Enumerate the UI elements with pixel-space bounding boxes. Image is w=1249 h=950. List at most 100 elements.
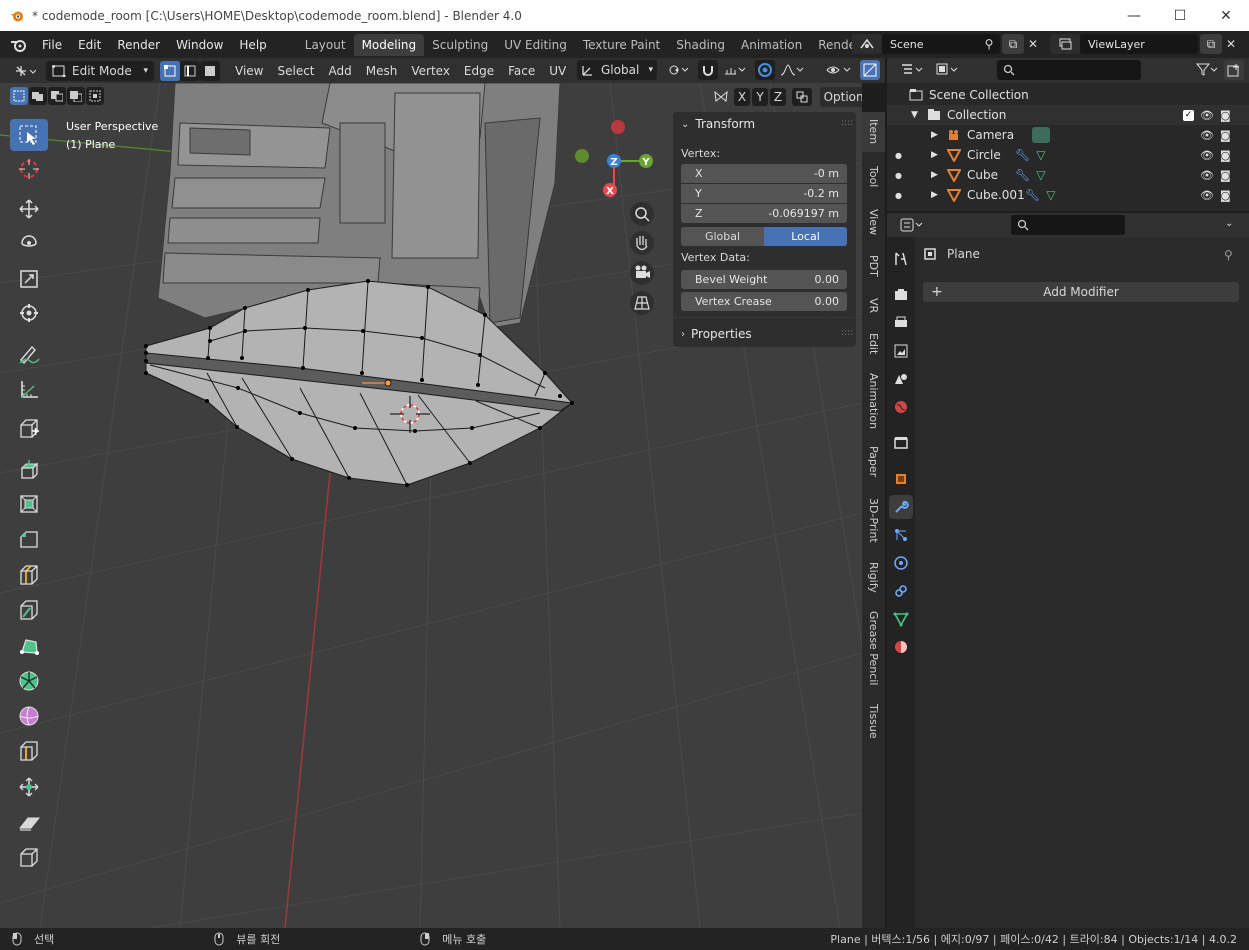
mesh-data-icon[interactable]: ▽	[1036, 148, 1045, 162]
tab-modeling[interactable]: Modeling	[353, 33, 425, 56]
properties-search-input[interactable]	[1011, 215, 1125, 235]
cursor-tool[interactable]	[10, 153, 48, 185]
menu-add[interactable]: Add	[322, 64, 359, 78]
menu-select[interactable]: Select	[270, 64, 321, 78]
extrude-region-tool[interactable]	[10, 453, 48, 485]
tab-layout[interactable]: Layout	[297, 34, 354, 56]
close-button[interactable]: ✕	[1203, 0, 1249, 31]
shear-tool[interactable]	[10, 807, 48, 839]
eye-icon[interactable]: 👁	[1200, 109, 1214, 122]
overlay-visibility-button[interactable]	[822, 60, 856, 80]
snap-target-button[interactable]	[720, 60, 750, 80]
physics-properties-tab[interactable]	[889, 551, 913, 575]
spin-tool[interactable]	[10, 665, 48, 697]
chevron-down-icon[interactable]: ⌄	[1225, 218, 1233, 229]
object-properties-tab[interactable]	[889, 467, 913, 491]
chevron-right-icon[interactable]: ▶	[931, 170, 947, 180]
filter-button[interactable]	[1193, 60, 1221, 80]
eye-icon[interactable]: 👁	[1200, 169, 1214, 182]
tab-texture-paint[interactable]: Texture Paint	[575, 34, 668, 56]
camera-render-icon[interactable]: ◙	[1220, 129, 1231, 142]
menu-vertex[interactable]: Vertex	[404, 64, 457, 78]
menu-mesh[interactable]: Mesh	[359, 64, 405, 78]
new-scene-icon[interactable]: ⧉	[1002, 34, 1024, 54]
camera-data-icon[interactable]	[1032, 127, 1051, 143]
select-new-mode-button[interactable]	[10, 87, 28, 105]
auto-merge-toggle[interactable]	[792, 88, 812, 106]
wrench-modifier-icon[interactable]: 🔧︎	[1015, 148, 1030, 162]
menu-edge[interactable]: Edge	[457, 64, 501, 78]
tab-edit[interactable]: Edit	[862, 326, 885, 362]
wrench-modifier-icon[interactable]: 🔧︎	[1025, 188, 1040, 202]
select-box-tool[interactable]	[10, 119, 48, 151]
tab-animation[interactable]: Animation	[862, 368, 885, 434]
inset-faces-tool[interactable]	[10, 488, 48, 520]
snap-toggle[interactable]	[698, 60, 718, 80]
annotate-tool[interactable]	[10, 338, 48, 370]
vertex-y-field[interactable]: Y -0.2 m	[681, 184, 847, 203]
tab-rigify[interactable]: Rigify	[862, 556, 885, 598]
edge-select-mode-button[interactable]	[180, 60, 200, 81]
outliner-editor-type-button[interactable]	[897, 60, 927, 80]
world-properties-tab[interactable]	[889, 395, 913, 419]
properties-editor-type-button[interactable]	[897, 215, 927, 235]
global-toggle[interactable]: Global	[681, 227, 764, 246]
face-select-mode-button[interactable]	[200, 60, 220, 81]
outliner-item-cube[interactable]: ● ▶ Cube 🔧︎ ▽ 👁 ◙	[887, 165, 1249, 185]
camera-render-icon[interactable]: ◙	[1220, 169, 1231, 182]
tab-tissue[interactable]: Tissue	[862, 698, 885, 744]
menu-face[interactable]: Face	[501, 64, 542, 78]
mirror-options-icon[interactable]	[710, 88, 732, 106]
edge-slide-tool[interactable]	[10, 735, 48, 767]
menu-uv[interactable]: UV	[542, 64, 573, 78]
editor-type-button[interactable]	[8, 61, 42, 81]
wrench-modifier-icon[interactable]: 🔧︎	[1015, 168, 1030, 182]
outliner-item-circle[interactable]: ● ▶ Circle 🔧︎ ▽ 👁 ◙	[887, 145, 1249, 165]
view-layer-browse-button[interactable]	[1050, 34, 1080, 54]
maximize-button[interactable]: ☐	[1157, 0, 1203, 31]
delete-scene-icon[interactable]: ✕	[1024, 34, 1042, 54]
menu-window[interactable]: Window	[168, 38, 231, 52]
chevron-right-icon[interactable]: ›	[681, 329, 685, 340]
transform-tool[interactable]	[10, 297, 48, 329]
camera-view-icon[interactable]	[630, 261, 654, 285]
scene-browse-button[interactable]	[852, 34, 882, 54]
pin-icon[interactable]: ⚲	[1224, 248, 1233, 262]
3d-viewport[interactable]: Z Y X User Perspective (1) Plane X Y Z O…	[0, 83, 862, 928]
data-properties-tab[interactable]	[889, 607, 913, 631]
scale-tool[interactable]	[10, 263, 48, 295]
chevron-down-icon[interactable]: ▼	[911, 110, 927, 120]
select-subtract-mode-button[interactable]	[48, 87, 66, 105]
outliner-item-camera[interactable]: ▶ Camera 👁 ◙	[887, 125, 1249, 145]
mirror-x-toggle[interactable]: X	[734, 88, 750, 106]
minimize-button[interactable]: —	[1111, 0, 1157, 31]
chevron-right-icon[interactable]: ▶	[931, 190, 947, 200]
vertex-select-mode-button[interactable]	[160, 60, 180, 81]
constraints-properties-tab[interactable]	[889, 579, 913, 603]
add-cube-tool[interactable]	[10, 413, 48, 445]
new-collection-button[interactable]	[1224, 60, 1244, 80]
menu-file[interactable]: File	[34, 38, 70, 52]
tab-grease-pencil[interactable]: Grease Pencil	[862, 604, 885, 692]
select-extend-mode-button[interactable]	[29, 87, 47, 105]
shrink-fatten-tool[interactable]	[10, 771, 48, 803]
camera-render-icon[interactable]: ◙	[1220, 109, 1231, 122]
chevron-right-icon[interactable]: ▶	[931, 130, 947, 140]
tab-3d-print[interactable]: 3D-Print	[862, 490, 885, 550]
camera-render-icon[interactable]: ◙	[1220, 189, 1231, 202]
tab-uv-editing[interactable]: UV Editing	[496, 34, 575, 56]
mesh-data-icon[interactable]: ▽	[1046, 188, 1055, 202]
knife-tool[interactable]	[10, 594, 48, 626]
measure-tool[interactable]	[10, 373, 48, 405]
poly-build-tool[interactable]	[10, 631, 48, 663]
zoom-icon[interactable]	[630, 202, 654, 226]
eye-icon[interactable]: 👁	[1200, 129, 1214, 142]
new-view-layer-icon[interactable]: ⧉	[1200, 34, 1222, 54]
menu-help[interactable]: Help	[231, 38, 274, 52]
menu-edit[interactable]: Edit	[70, 38, 109, 52]
tab-pdt[interactable]: PDT	[862, 248, 885, 284]
vertex-x-field[interactable]: X -0 m	[681, 164, 847, 183]
camera-render-icon[interactable]: ◙	[1220, 149, 1231, 162]
tab-item[interactable]: Item	[862, 112, 885, 152]
loop-cut-tool[interactable]	[10, 559, 48, 591]
